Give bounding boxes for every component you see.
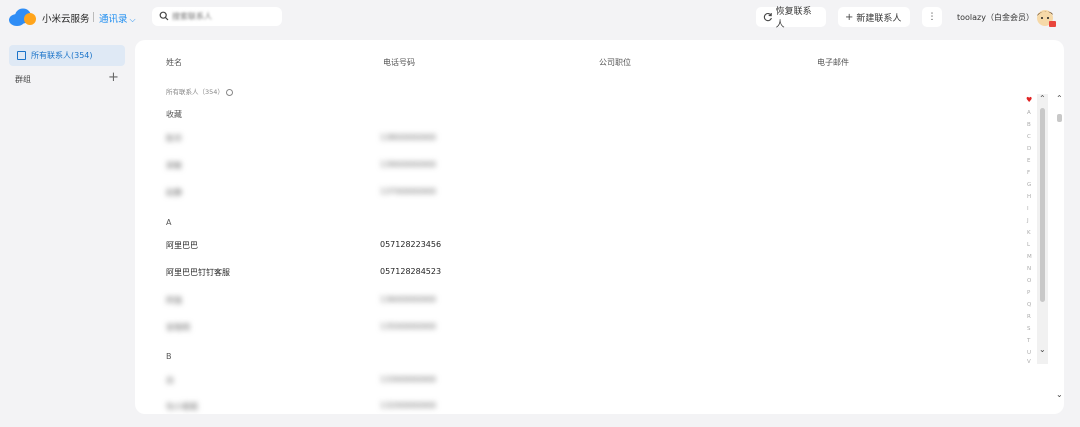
- chevron-down-icon[interactable]: ⌄: [1056, 390, 1063, 399]
- index-scrollbar[interactable]: ⌃ ⌄: [1037, 94, 1048, 364]
- index-letter[interactable]: E: [1027, 158, 1030, 164]
- contact-name[interactable]: 吴敏: [166, 160, 182, 171]
- section-header-favorites: 收藏: [166, 110, 182, 119]
- contacts-panel: 姓名 电话号码 公司职位 电子邮件 所有联系人（354） 收藏 陈华 13800…: [135, 40, 1064, 414]
- index-letter[interactable]: D: [1027, 146, 1031, 152]
- avatar[interactable]: [1035, 7, 1057, 29]
- index-letter[interactable]: I: [1027, 206, 1029, 212]
- contact-phone: 057128284523: [380, 267, 442, 276]
- plus-icon: +: [845, 11, 854, 23]
- new-contact-button[interactable]: + 新建联系人: [838, 7, 910, 27]
- contact-phone: 057128223456: [380, 240, 442, 249]
- xiaomi-cloud-logo-icon: [9, 8, 36, 26]
- search-box[interactable]: [152, 7, 282, 26]
- contact-phone: 13900000000: [380, 160, 436, 169]
- index-letter[interactable]: C: [1027, 134, 1031, 140]
- index-letter[interactable]: P: [1027, 290, 1030, 296]
- column-header-name: 姓名: [166, 58, 182, 67]
- more-icon: ⋮: [927, 12, 937, 22]
- contact-name[interactable]: 陈华: [166, 133, 182, 144]
- index-letter[interactable]: L: [1027, 242, 1030, 248]
- more-options-button[interactable]: ⋮: [922, 7, 942, 27]
- contact-card-icon: [17, 51, 26, 60]
- index-letter[interactable]: H: [1027, 194, 1031, 200]
- contact-phone: 13700000000: [380, 187, 436, 196]
- chevron-down-icon: ⌵: [129, 15, 136, 24]
- index-letter[interactable]: J: [1027, 218, 1029, 224]
- chevron-down-icon[interactable]: ⌄: [1039, 345, 1046, 354]
- contact-phone: 13200000000: [380, 401, 436, 410]
- contacts-count-subtitle: 所有联系人（354）: [166, 86, 233, 96]
- app-name: 小米云服务: [42, 14, 90, 25]
- contact-phone: 13500000000: [380, 322, 436, 331]
- index-letter[interactable]: V: [1027, 359, 1031, 365]
- index-letter[interactable]: N: [1027, 266, 1031, 272]
- search-icon: [159, 11, 169, 21]
- contact-phone: 13600000000: [380, 295, 436, 304]
- new-contact-label: 新建联系人: [856, 13, 902, 24]
- module-switcher[interactable]: 通讯录 ⌵: [99, 11, 136, 25]
- scrollbar-thumb[interactable]: [1057, 114, 1062, 122]
- contact-name[interactable]: 白: [166, 375, 174, 386]
- index-letter[interactable]: B: [1027, 122, 1031, 128]
- page-scrollbar[interactable]: ⌃ ⌄: [1054, 94, 1066, 412]
- title-divider: [93, 12, 94, 22]
- contact-name[interactable]: 安晓明: [166, 322, 190, 333]
- section-header-b: B: [166, 352, 172, 361]
- chevron-up-icon[interactable]: ⌃: [1039, 94, 1046, 103]
- index-letter[interactable]: M: [1027, 254, 1032, 260]
- contact-name[interactable]: 赵静: [166, 187, 182, 198]
- module-label: 通讯录: [99, 14, 128, 25]
- sidebar-item-label: 所有联系人(354): [31, 51, 93, 60]
- index-letter[interactable]: F: [1027, 170, 1030, 176]
- contact-name[interactable]: 阿里巴巴: [166, 240, 198, 251]
- index-letter[interactable]: G: [1027, 182, 1031, 188]
- add-group-button[interactable]: +: [108, 70, 119, 85]
- index-letter[interactable]: S: [1027, 326, 1031, 332]
- contact-name[interactable]: 包小姐姐: [166, 401, 198, 412]
- restore-contacts-button[interactable]: 恢复联系人: [756, 7, 826, 30]
- index-letter[interactable]: O: [1027, 278, 1031, 284]
- search-input[interactable]: [172, 9, 276, 24]
- heart-icon[interactable]: ♥: [1026, 96, 1032, 104]
- index-letter[interactable]: K: [1027, 230, 1031, 236]
- index-letter[interactable]: U: [1027, 350, 1031, 356]
- index-letter[interactable]: R: [1027, 314, 1031, 320]
- top-bar: 小米云服务 通讯录⌵ 恢复联系人 + 新建联系人 ⋮ toolazy（白金会员）: [0, 0, 1080, 36]
- index-letter[interactable]: T: [1027, 338, 1030, 344]
- contact-phone: 13300000000: [380, 375, 436, 384]
- column-header-email: 电子邮件: [817, 58, 849, 67]
- scrollbar-thumb[interactable]: [1040, 108, 1045, 302]
- contact-phone: 13800000000: [380, 133, 436, 142]
- alphabet-index[interactable]: ♥ A B C D E F G H I J K L M N O P Q R S …: [1024, 96, 1036, 365]
- index-letter[interactable]: A: [1027, 110, 1031, 116]
- column-header-company: 公司职位: [599, 58, 631, 67]
- info-icon: [226, 88, 233, 96]
- sidebar-item-all-contacts[interactable]: 所有联系人(354): [9, 45, 125, 66]
- restore-label: 恢复联系人: [775, 7, 812, 30]
- user-name: toolazy（白金会员）: [957, 13, 1034, 22]
- chevron-up-icon[interactable]: ⌃: [1056, 94, 1063, 103]
- contact-name[interactable]: 阿里巴巴钉钉客服: [166, 267, 230, 278]
- sidebar-item-groups[interactable]: 群组: [15, 74, 31, 85]
- restore-icon: [763, 13, 772, 22]
- index-letter[interactable]: Q: [1027, 302, 1031, 308]
- section-header-a: A: [166, 218, 172, 227]
- column-header-phone: 电话号码: [383, 58, 415, 67]
- contact-name[interactable]: 阿强: [166, 295, 182, 306]
